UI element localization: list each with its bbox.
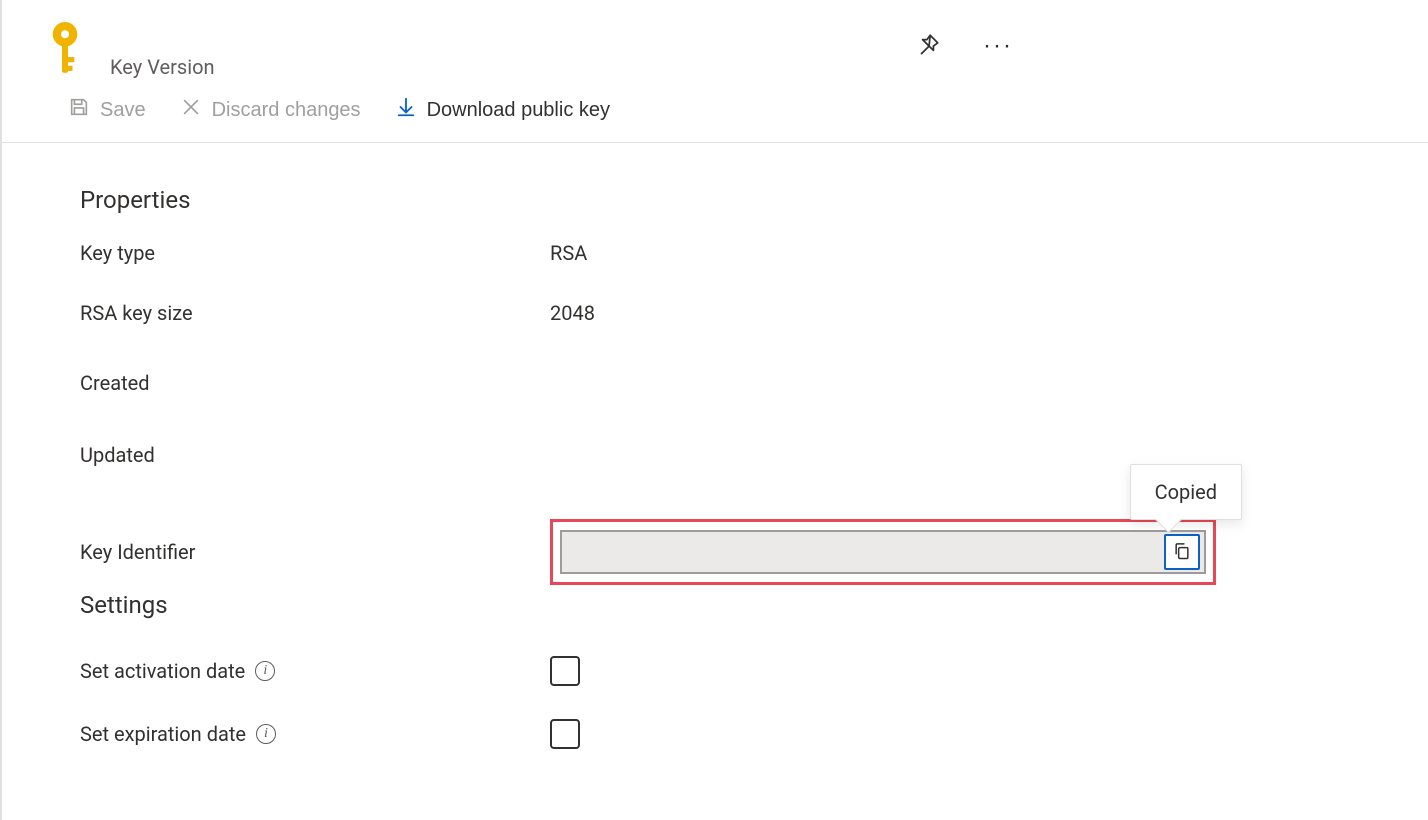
content-area: Properties Key type RSA RSA key size 204… — [2, 143, 1428, 755]
settings-heading: Settings — [80, 590, 1428, 621]
key-version-page: Key Version ··· Save — [0, 0, 1428, 820]
key-identifier-field-wrap: Copied — [560, 530, 1206, 574]
save-button[interactable]: Save — [58, 90, 156, 130]
expiration-checkbox[interactable] — [550, 719, 580, 749]
copy-icon — [1172, 541, 1192, 564]
created-label: Created — [80, 370, 550, 396]
key-size-value: 2048 — [550, 300, 595, 326]
pin-icon — [915, 32, 941, 61]
activation-row: Set activation date i — [80, 639, 1428, 697]
key-size-label: RSA key size — [80, 300, 550, 326]
created-row: Created — [80, 364, 1428, 436]
info-icon[interactable]: i — [255, 661, 275, 681]
activation-label-wrap: Set activation date i — [80, 658, 550, 684]
page-subtitle: Key Version — [110, 54, 215, 80]
page-header: Key Version ··· — [2, 0, 1428, 80]
key-icon — [44, 22, 86, 72]
more-button[interactable]: ··· — [980, 28, 1016, 64]
key-identifier-input[interactable] — [562, 532, 1164, 572]
download-icon — [395, 96, 417, 124]
expiration-label-wrap: Set expiration date i — [80, 721, 550, 747]
pin-button[interactable] — [910, 28, 946, 64]
save-icon — [68, 96, 90, 124]
key-type-row: Key type RSA — [80, 234, 1428, 294]
key-identifier-row: Key Identifier Copied — [80, 508, 1428, 590]
key-size-row: RSA key size 2048 — [80, 294, 1428, 364]
info-icon[interactable]: i — [256, 724, 276, 744]
updated-label: Updated — [80, 442, 550, 468]
download-public-key-button[interactable]: Download public key — [385, 90, 620, 130]
key-identifier-label: Key Identifier — [80, 539, 550, 565]
page-title-wrap: Key Version — [110, 22, 215, 80]
key-type-value: RSA — [550, 240, 587, 266]
copied-tooltip: Copied — [1130, 464, 1242, 520]
expiration-row: Set expiration date i — [80, 697, 1428, 755]
discard-button[interactable]: Discard changes — [170, 90, 371, 130]
expiration-label: Set expiration date — [80, 721, 246, 747]
activation-checkbox[interactable] — [550, 656, 580, 686]
activation-label: Set activation date — [80, 658, 245, 684]
copied-tooltip-text: Copied — [1155, 480, 1217, 504]
header-actions: ··· — [910, 22, 1386, 64]
close-icon — [180, 96, 202, 124]
key-identifier-highlight-frame: Copied — [550, 519, 1216, 585]
discard-label: Discard changes — [212, 99, 361, 122]
copy-key-identifier-button[interactable] — [1164, 534, 1200, 570]
properties-heading: Properties — [80, 185, 1428, 216]
command-bar: Save Discard changes Download public key — [2, 80, 1428, 143]
save-label: Save — [100, 99, 146, 122]
download-label: Download public key — [427, 99, 610, 122]
key-type-label: Key type — [80, 240, 550, 266]
